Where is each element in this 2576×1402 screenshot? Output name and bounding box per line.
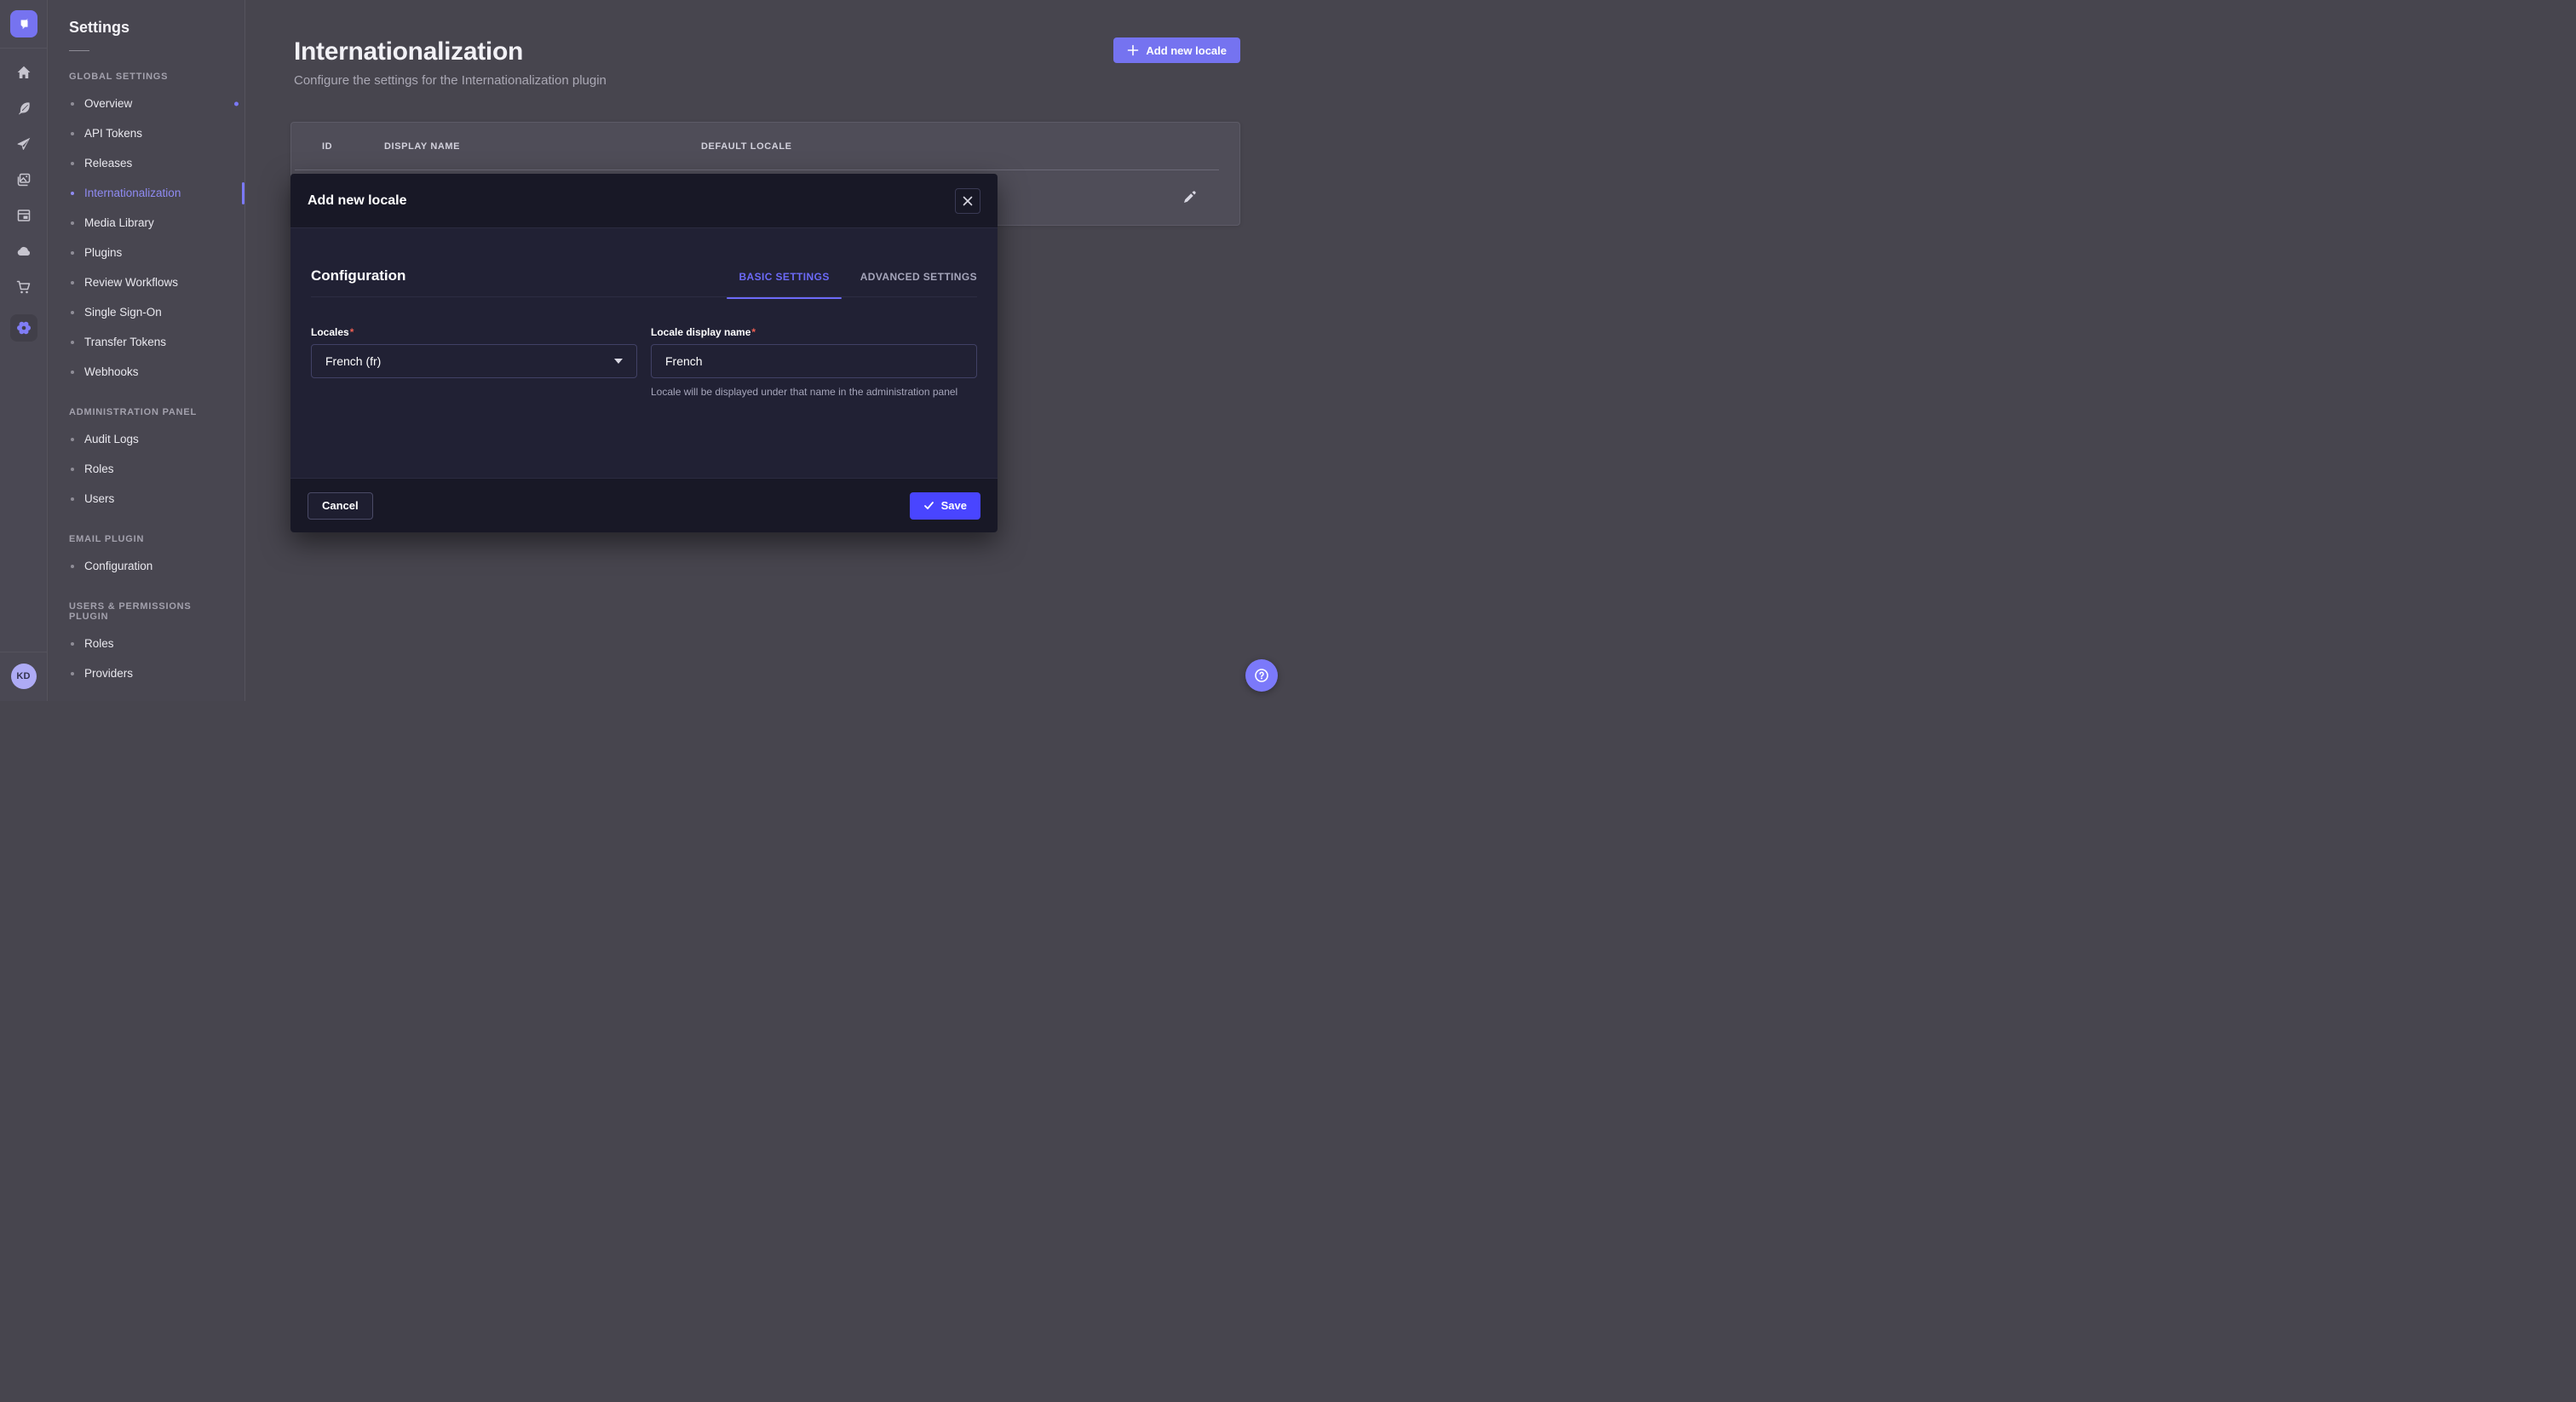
bullet-icon	[71, 162, 74, 165]
user-avatar[interactable]: KD	[11, 664, 37, 689]
sidebar-item-releases[interactable]: Releases	[69, 148, 231, 178]
sidebar-item-api-tokens[interactable]: API Tokens	[69, 118, 231, 148]
display-name-input[interactable]	[651, 344, 977, 378]
section-label-administration-panel: ADMINISTRATION PANEL	[69, 407, 231, 417]
column-header-display-name: DISPLAY NAME	[384, 141, 701, 152]
required-asterisk: *	[751, 326, 756, 338]
display-name-field: Locale display name* Locale will be disp…	[651, 326, 977, 399]
cloud-icon[interactable]	[15, 243, 32, 260]
tab-basic-settings[interactable]: BASIC SETTINGS	[739, 271, 829, 284]
bullet-icon	[71, 281, 74, 284]
modal-title: Add new locale	[308, 193, 406, 209]
settings-sidebar: Settings GLOBAL SETTINGS Overview API To…	[49, 0, 245, 701]
tab-advanced-settings[interactable]: ADVANCED SETTINGS	[860, 271, 977, 284]
cart-icon[interactable]	[15, 279, 32, 296]
bullet-icon	[71, 497, 74, 501]
sidebar-item-email-configuration[interactable]: Configuration	[69, 551, 231, 581]
display-name-hint: Locale will be displayed under that name…	[651, 385, 977, 399]
media-library-icon[interactable]	[15, 171, 32, 188]
sidebar-item-media-library[interactable]: Media Library	[69, 208, 231, 238]
close-icon	[963, 196, 973, 206]
sidebar-item-plugins[interactable]: Plugins	[69, 238, 231, 267]
rail-divider	[0, 48, 48, 49]
bullet-icon	[71, 642, 74, 646]
sidebar-item-admin-roles[interactable]: Roles	[69, 454, 231, 484]
bullet-icon	[71, 371, 74, 374]
locales-field: Locales* French (fr)	[311, 326, 637, 399]
layout-icon[interactable]	[15, 207, 32, 224]
strapi-logo-icon	[16, 16, 32, 32]
sidebar-item-overview[interactable]: Overview	[69, 89, 231, 118]
feather-icon[interactable]	[15, 100, 32, 117]
bullet-icon	[71, 672, 74, 675]
sidebar-item-review-workflows[interactable]: Review Workflows	[69, 267, 231, 297]
save-button[interactable]: Save	[910, 492, 980, 520]
section-label-users-permissions-plugin: USERS & PERMISSIONS PLUGIN	[69, 601, 231, 622]
sidebar-item-admin-users[interactable]: Users	[69, 484, 231, 514]
sidebar-title-divider	[69, 50, 89, 51]
settings-gear-icon[interactable]	[10, 314, 37, 342]
sidebar-item-single-sign-on[interactable]: Single Sign-On	[69, 297, 231, 327]
sidebar-item-up-providers[interactable]: Providers	[69, 658, 231, 688]
bullet-icon	[71, 251, 74, 255]
chevron-down-icon	[614, 359, 623, 364]
page-subtitle: Configure the settings for the Internati…	[294, 73, 607, 88]
help-button[interactable]	[1245, 659, 1278, 692]
bullet-icon	[71, 192, 74, 195]
sidebar-item-up-roles[interactable]: Roles	[69, 629, 231, 658]
icon-rail: KD	[0, 0, 48, 701]
check-icon	[923, 500, 934, 511]
sidebar-title: Settings	[69, 19, 231, 37]
add-new-locale-modal: Add new locale Configuration BASIC SETTI…	[290, 174, 998, 532]
locales-select[interactable]: French (fr)	[311, 344, 637, 378]
column-header-id: ID	[322, 141, 384, 152]
question-mark-icon	[1253, 667, 1270, 684]
bullet-icon	[71, 341, 74, 344]
bullet-icon	[71, 221, 74, 225]
section-label-global-settings: GLOBAL SETTINGS	[69, 72, 231, 82]
locales-select-value: French (fr)	[325, 354, 381, 368]
bullet-icon	[71, 311, 74, 314]
modal-header: Add new locale	[290, 174, 998, 228]
page-title: Internationalization	[294, 36, 607, 68]
required-asterisk: *	[350, 326, 354, 338]
modal-body: Configuration BASIC SETTINGS ADVANCED SE…	[290, 228, 998, 478]
modal-footer: Cancel Save	[290, 478, 998, 532]
sidebar-item-webhooks[interactable]: Webhooks	[69, 357, 231, 387]
pencil-icon	[1182, 189, 1198, 204]
sidebar-item-internationalization[interactable]: Internationalization	[69, 178, 231, 208]
home-icon[interactable]	[15, 64, 32, 81]
table-header-row: ID DISPLAY NAME DEFAULT LOCALE	[291, 123, 1239, 170]
bullet-icon	[71, 102, 74, 106]
modal-close-button[interactable]	[955, 188, 980, 214]
strapi-logo[interactable]	[10, 10, 37, 37]
add-new-locale-button[interactable]: Add new locale	[1113, 37, 1240, 63]
column-header-default-locale: DEFAULT LOCALE	[701, 141, 792, 152]
cancel-button[interactable]: Cancel	[308, 492, 373, 520]
plus-icon	[1127, 44, 1139, 56]
bullet-icon	[71, 132, 74, 135]
bullet-icon	[71, 438, 74, 441]
settings-tabs: BASIC SETTINGS ADVANCED SETTINGS	[739, 271, 977, 284]
locales-label: Locales*	[311, 326, 637, 338]
section-label-email-plugin: EMAIL PLUGIN	[69, 534, 231, 544]
display-name-label: Locale display name*	[651, 326, 977, 338]
bullet-icon	[71, 468, 74, 471]
paper-plane-icon[interactable]	[15, 135, 32, 152]
sidebar-item-transfer-tokens[interactable]: Transfer Tokens	[69, 327, 231, 357]
sidebar-item-audit-logs[interactable]: Audit Logs	[69, 424, 231, 454]
configuration-heading: Configuration	[311, 267, 405, 284]
bullet-icon	[71, 565, 74, 568]
edit-locale-button[interactable]	[1182, 189, 1199, 206]
